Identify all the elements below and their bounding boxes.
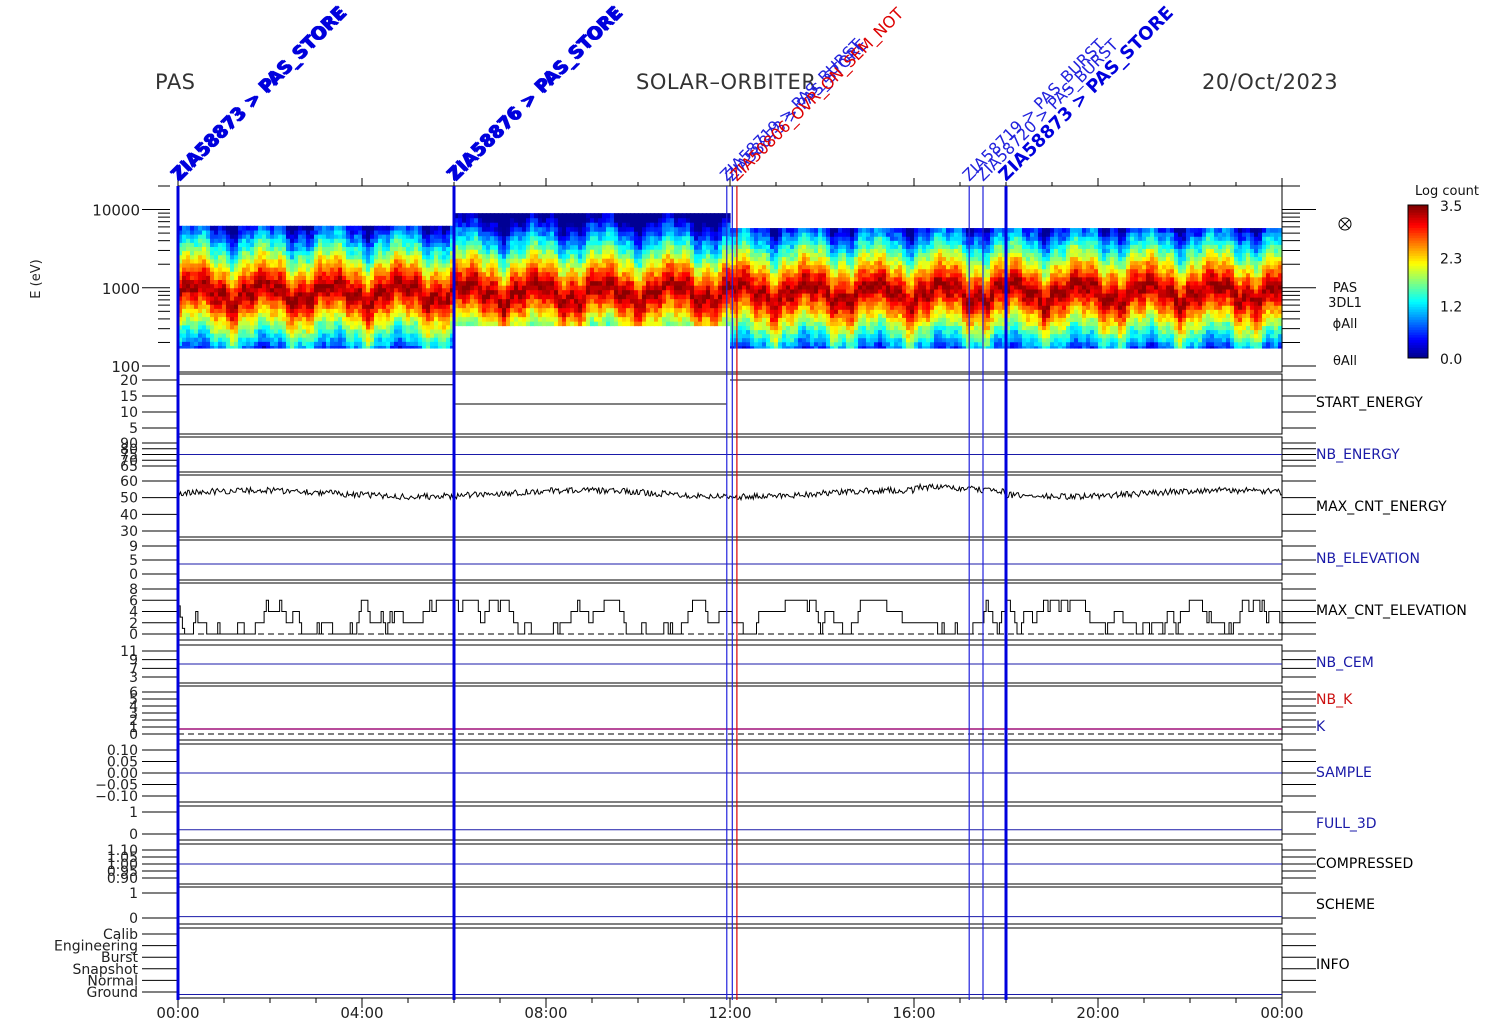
- panel-frame: [177, 373, 1283, 435]
- y-axis-label: E (eV): [29, 259, 44, 298]
- panel-label: INFO: [1316, 957, 1350, 973]
- y-tick-label: 1000: [102, 280, 140, 298]
- colorbar-title: Log count: [1415, 184, 1479, 199]
- event-label: ZIA58876 > PAS_STORE: [445, 2, 628, 185]
- y-tick-label: 0.90: [107, 871, 138, 887]
- colorbar-tick-label: 3.5: [1440, 199, 1462, 215]
- y-tick-label: 10000: [92, 202, 140, 220]
- colorbar-tick-label: 1.2: [1440, 300, 1462, 316]
- y-tick-label: 0: [129, 727, 138, 743]
- spectrogram-image: [178, 213, 1283, 349]
- x-tick-label: 00:00: [1260, 1004, 1303, 1020]
- panel-label: NB_K: [1316, 692, 1353, 708]
- y-tick-label: 10: [120, 405, 138, 421]
- panel-label: SAMPLE: [1316, 765, 1372, 781]
- y-tick-label: 1: [129, 805, 138, 821]
- panel-label: SCHEME: [1316, 897, 1375, 913]
- event-label: ZIA58873 > PAS_STORE: [169, 2, 352, 185]
- panel-frame: [177, 886, 1283, 925]
- event-label: ZIA58873 > PAS_STORE: [995, 2, 1178, 185]
- y-tick-label: 0: [129, 567, 138, 583]
- panel-label: MAX_CNT_ELEVATION: [1316, 603, 1467, 619]
- y-tick-label: 20: [120, 373, 138, 389]
- spectrogram-right-label: 3DL1: [1328, 296, 1362, 311]
- y-tick-label: 5: [129, 421, 138, 437]
- panel-frame: [177, 927, 1283, 999]
- stack-plot: 100001000100E (eV) PAS3DL1ϕAllθAllLog cou…: [29, 2, 1479, 1020]
- x-tick-label: 00:00: [156, 1004, 199, 1020]
- y-tick-label: 0: [129, 827, 138, 843]
- y-tick-label: 30: [120, 524, 138, 540]
- panel-label: MAX_CNT_ENERGY: [1316, 499, 1447, 515]
- y-tick-label: 40: [120, 507, 138, 523]
- panel-frame: [177, 474, 1283, 538]
- max-cnt-energy-trace: [177, 482, 1283, 502]
- y-tick-label: −0.10: [95, 789, 138, 805]
- event-label: ZIA58720 > PAS_BURST: [972, 35, 1122, 185]
- y-tick-label: 15: [120, 389, 138, 405]
- y-tick-label: 1: [129, 886, 138, 902]
- panel-label: NB_ELEVATION: [1316, 551, 1420, 567]
- x-tick-label: 12:00: [708, 1004, 751, 1020]
- panel-label: FULL_3D: [1316, 816, 1377, 832]
- spectrogram-right-label: θAll: [1333, 354, 1357, 369]
- x-tick-label: 04:00: [340, 1004, 383, 1020]
- panel-label: K: [1316, 719, 1326, 735]
- y-tick-label: 60: [120, 474, 138, 490]
- event-label: ZIA50806_OVR_ON_SEM_NOT: [726, 4, 908, 186]
- spectrogram-right-label: ϕAll: [1333, 317, 1358, 332]
- x-tick-label: 20:00: [1076, 1004, 1119, 1020]
- y-tick-label: 0: [129, 627, 138, 643]
- panel-frame: [177, 685, 1283, 741]
- colorbar-tick-label: 0.0: [1440, 352, 1462, 368]
- x-tick-label: 16:00: [892, 1004, 935, 1020]
- y-tick-label: 50: [120, 491, 138, 507]
- panel-label: START_ENERGY: [1316, 395, 1423, 411]
- colorbar-tick-label: 2.3: [1440, 251, 1462, 267]
- x-tick-label: 08:00: [524, 1004, 567, 1020]
- y-tick-label: 65: [120, 459, 138, 475]
- panel-label: NB_CEM: [1316, 655, 1374, 671]
- panel-frame: [177, 539, 1283, 581]
- y-tick-label: 3: [129, 670, 138, 686]
- y-tick-label: Ground: [87, 985, 139, 1001]
- panel-frame: [177, 805, 1283, 841]
- y-tick-label: 0: [129, 911, 138, 927]
- panel-label: NB_ENERGY: [1316, 447, 1400, 463]
- max-cnt-elevation-trace: [178, 599, 1285, 635]
- panel-label: COMPRESSED: [1316, 856, 1413, 872]
- spectrogram-right-label: PAS: [1333, 281, 1357, 296]
